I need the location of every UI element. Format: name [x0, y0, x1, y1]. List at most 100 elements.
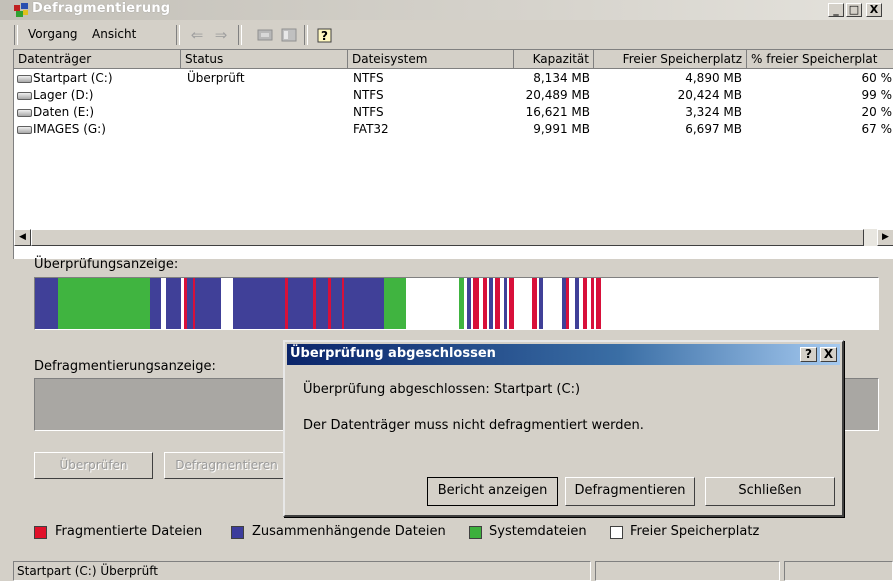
cluster-segment-contiguous: [150, 278, 162, 329]
volume-row[interactable]: Daten (E:) NTFS 16,621 MB 3,324 MB 20 %: [14, 104, 893, 121]
legend-system-swatch: [469, 526, 482, 539]
cluster-segment-fragmented: [495, 278, 501, 329]
cluster-segment-fragmented: [482, 278, 487, 329]
volume-cell-text: NTFS: [353, 71, 384, 85]
menu-vorgang-label: Vorgang: [28, 27, 78, 41]
volume-cell-name: Startpart (C:): [17, 70, 177, 87]
column-header-filesystem[interactable]: Dateisystem: [348, 50, 514, 69]
volume-cell-text: Lager (D:): [33, 88, 94, 102]
column-header-free-space[interactable]: Freier Speicherplatz: [594, 50, 747, 69]
menu-bar: Vorgang Ansicht ⇐ ⇒ ?: [0, 22, 893, 48]
volume-row[interactable]: Startpart (C:) Überprüft NTFS 8,134 MB 4,890…: [14, 70, 893, 87]
cluster-segment-contiguous: [35, 278, 58, 329]
hard-drive-icon: [17, 125, 32, 134]
volume-cell-name: Lager (D:): [17, 87, 177, 104]
volume-cell-text: 20 %: [861, 105, 893, 119]
column-header-volume[interactable]: Datenträger: [14, 50, 181, 69]
defragment-button[interactable]: Defragmentieren: [164, 452, 289, 479]
volume-cell-pct: 99 %: [747, 87, 893, 104]
cluster-segment-contiguous: [489, 278, 493, 329]
column-header-percent-free[interactable]: % freier Speicherplat: [747, 50, 893, 69]
cluster-segment-fragmented: [591, 278, 594, 329]
volume-row[interactable]: IMAGES (G:) FAT32 9,991 MB 6,697 MB 67 %: [14, 121, 893, 138]
cluster-segment-fragmented: [508, 278, 514, 329]
dialog-defragment-button[interactable]: Defragmentieren: [565, 477, 695, 506]
dialog-title-bar[interactable]: Überprüfung abgeschlossen ? X: [287, 344, 840, 365]
scroll-right-button[interactable]: ▶: [877, 229, 893, 246]
scroll-thumb[interactable]: [31, 229, 864, 246]
volume-cell-text: 6,697 MB: [685, 122, 742, 136]
cluster-segment-contiguous: [315, 278, 329, 329]
defrag-display-label: Defragmentierungsanzeige:: [34, 359, 216, 374]
drive-properties-icon[interactable]: [256, 26, 274, 44]
cluster-segment-system: [62, 278, 151, 329]
status-panel: [784, 561, 893, 581]
volume-cell-text: 67 %: [861, 122, 893, 136]
volume-cell-fs: FAT32: [353, 121, 503, 138]
volume-cell-capacity: 9,991 MB: [514, 121, 590, 138]
volume-cell-status: [187, 121, 337, 138]
cluster-segment-contiguous: [195, 278, 222, 329]
analyze-button[interactable]: Überprüfen: [34, 452, 153, 479]
back-arrow-icon[interactable]: ⇐: [188, 26, 206, 44]
dialog-close-button[interactable]: X: [820, 347, 837, 362]
forward-arrow-icon[interactable]: ⇒: [212, 26, 230, 44]
volume-cell-name: Daten (E:): [17, 104, 177, 121]
title-bar[interactable]: Defragmentierung _ □ X: [0, 0, 893, 20]
analysis-complete-dialog: Überprüfung abgeschlossen ? X Überprüfun…: [283, 340, 844, 517]
volume-cell-pct: 20 %: [747, 104, 893, 121]
horizontal-scrollbar[interactable]: ◀ ▶: [14, 229, 893, 246]
cluster-segment-fragmented: [532, 278, 537, 329]
close-window-button[interactable]: X: [866, 3, 882, 17]
volume-cell-pct: 67 %: [747, 121, 893, 138]
scroll-left-button[interactable]: ◀: [14, 229, 31, 246]
volume-row[interactable]: Lager (D:) NTFS 20,489 MB 20,424 MB 99 %: [14, 87, 893, 104]
cluster-segment-fragmented: [473, 278, 480, 329]
minimize-button[interactable]: _: [828, 3, 844, 17]
volume-cell-text: IMAGES (G:): [33, 122, 106, 136]
defrag-app-icon: [13, 2, 29, 18]
maximize-button[interactable]: □: [846, 3, 862, 17]
column-header-capacity[interactable]: Kapazität: [514, 50, 594, 69]
volume-cell-text: FAT32: [353, 122, 389, 136]
volume-cell-text: Startpart (C:): [33, 71, 113, 85]
volume-cell-text: 3,324 MB: [685, 105, 742, 119]
menu-ansicht-label: Ansicht: [92, 27, 137, 41]
volume-cell-text: NTFS: [353, 105, 384, 119]
volume-cell-text: Daten (E:): [33, 105, 95, 119]
volume-cell-free: 3,324 MB: [594, 104, 742, 121]
legend-contiguous-swatch: [231, 526, 244, 539]
column-header-status[interactable]: Status: [181, 50, 348, 69]
volume-cell-free: 6,697 MB: [594, 121, 742, 138]
legend-fragmented-swatch: [34, 526, 47, 539]
help-icon[interactable]: ?: [316, 26, 334, 44]
cluster-segment-system: [384, 278, 406, 329]
dialog-help-button[interactable]: ?: [800, 347, 817, 362]
legend-fragmented-label: Fragmentierte Dateien: [55, 524, 203, 539]
volume-cell-text: 20,489 MB: [525, 88, 590, 102]
menu-vorgang[interactable]: Vorgang: [28, 27, 78, 41]
legend-system-label: Systemdateien: [489, 524, 587, 539]
dialog-close-text-button[interactable]: Schließen: [705, 477, 835, 506]
volume-cell-capacity: 20,489 MB: [514, 87, 590, 104]
hard-drive-icon: [17, 91, 32, 100]
dialog-message-line-2: Der Datenträger muss nicht defragmentier…: [303, 418, 644, 433]
view-icon[interactable]: [280, 26, 298, 44]
toolbar-separator: [176, 25, 180, 45]
menu-ansicht[interactable]: Ansicht: [92, 27, 136, 41]
cluster-segment-contiguous: [330, 278, 342, 329]
volume-list[interactable]: Datenträger Status Dateisystem Kapazität…: [13, 49, 893, 259]
cluster-segment-contiguous: [466, 278, 471, 329]
volume-cell-status: [187, 104, 337, 121]
analysis-display-label: Überprüfungsanzeige:: [34, 257, 179, 272]
cluster-segment-system: [459, 278, 465, 329]
volume-cell-capacity: 16,621 MB: [514, 104, 590, 121]
volume-cell-text: 8,134 MB: [533, 71, 590, 85]
toolbar-separator: [238, 25, 242, 45]
show-report-button[interactable]: Bericht anzeigen: [427, 477, 558, 506]
cluster-segment-contiguous: [344, 278, 384, 329]
analysis-display: [34, 277, 879, 330]
volume-cell-status: [187, 87, 337, 104]
cluster-segment-contiguous: [186, 278, 194, 329]
legend-free-label: Freier Speicherplatz: [630, 524, 760, 539]
